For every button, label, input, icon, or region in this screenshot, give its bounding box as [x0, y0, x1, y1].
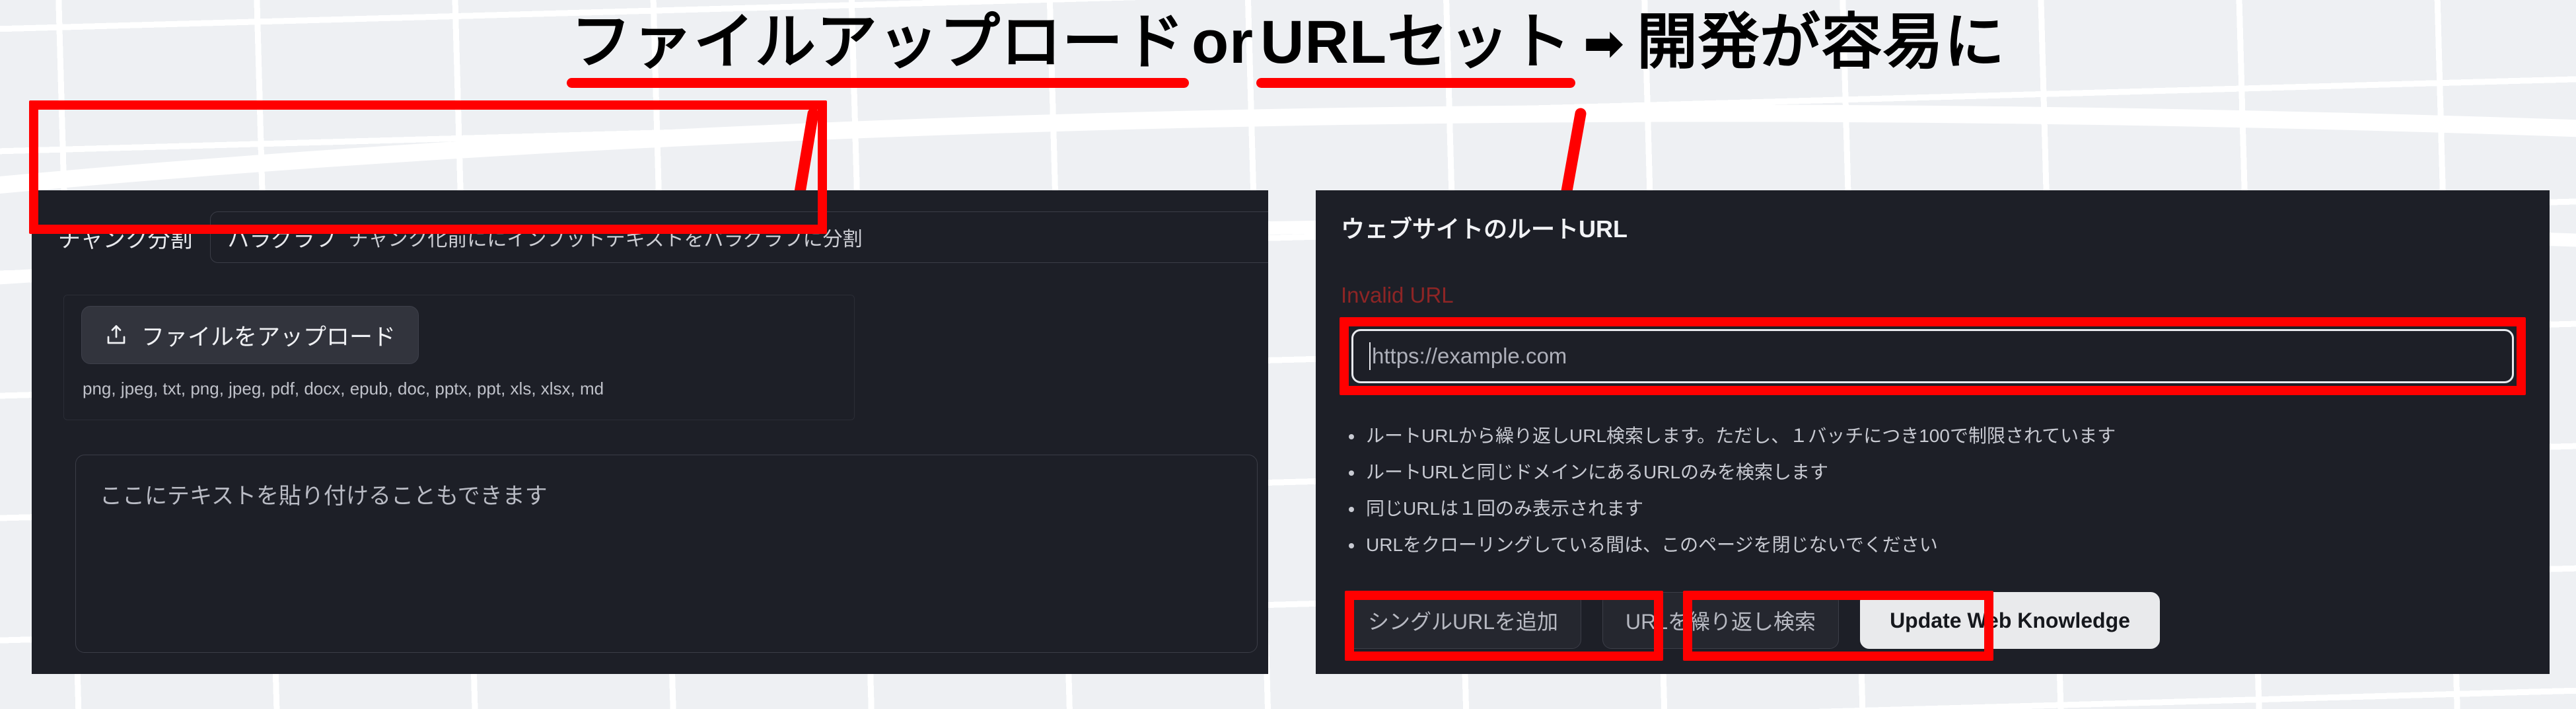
web-knowledge-button-row: シングルURLを追加 URLを繰り返し検索 Update Web Knowled…	[1345, 592, 2160, 649]
headline-or: or	[1191, 9, 1254, 76]
chunk-mode-select[interactable]: パラグラフ チャンク化前ににインプットテキストをパラグラフに分割 ⌃ ⌄	[209, 211, 1268, 263]
upload-file-button[interactable]: ファイルをアップロード	[81, 306, 419, 364]
root-url-input[interactable]: https://example.com	[1351, 329, 2514, 383]
list-item: 同じURLは１回のみ表示されます	[1338, 500, 2527, 518]
headline-part-url: URLセット	[1256, 9, 1576, 89]
update-web-knowledge-button[interactable]: Update Web Knowledge	[1860, 592, 2160, 649]
upload-icon	[104, 322, 128, 348]
list-item: URLをクローリングしている間は、このページを閉じないでください	[1338, 536, 2527, 554]
chunk-mode-description: チャンク化前ににインプットテキストをパラグラフに分割	[348, 229, 863, 250]
paste-text-area[interactable]: ここにテキストを貼り付けることもできます	[75, 455, 1258, 653]
text-caret	[1369, 342, 1371, 370]
add-single-url-button[interactable]: シングルURLを追加	[1345, 592, 1582, 649]
crawl-notes-list: ルートURLから繰り返しURL検索します。ただし、１バッチにつき100で制限され…	[1338, 427, 2527, 572]
url-error-message: Invalid URL	[1341, 283, 1454, 307]
list-item: ルートURLと同じドメインにあるURLのみを検索します	[1338, 463, 2527, 482]
crawl-urls-button[interactable]: URLを繰り返し検索	[1602, 592, 1840, 649]
page-headline: ファイルアップロード or URLセット ➡ 開発が容易に	[0, 9, 2576, 89]
paste-text-placeholder: ここにテキストを貼り付けることもできます	[100, 484, 548, 509]
list-item: ルートURLから繰り返しURL検索します。ただし、１バッチにつき100で制限され…	[1338, 427, 2527, 445]
right-arrow-icon: ➡	[1583, 15, 1626, 72]
root-url-placeholder: https://example.com	[1372, 344, 1567, 368]
headline-part-upload: ファイルアップロード	[566, 9, 1189, 89]
chunk-split-row: チャンク分割 パラグラフ チャンク化前ににインプットテキストをパラグラフに分割 …	[58, 211, 1268, 263]
web-knowledge-panel: ウェブサイトのルートURL Invalid URL ルートURLから繰り返しUR…	[1316, 190, 2550, 674]
file-upload-dropzone[interactable]: ファイルをアップロード png, jpeg, txt, png, jpeg, p…	[63, 295, 855, 420]
root-url-title: ウェブサイトのルートURL	[1341, 215, 1628, 243]
chunk-split-label: チャンク分割	[58, 227, 193, 252]
screenshot-root: ファイルアップロード or URLセット ➡ 開発が容易に チャンク分割 パラグラフ チ…	[0, 0, 2576, 709]
supported-file-types: png, jpeg, txt, png, jpeg, pdf, docx, ep…	[83, 379, 604, 398]
chunking-panel: チャンク分割 パラグラフ チャンク化前ににインプットテキストをパラグラフに分割 …	[32, 190, 1268, 674]
upload-file-button-label: ファイルをアップロード	[141, 324, 396, 350]
headline-part-result: 開発が容易に	[1637, 9, 2006, 76]
chunk-mode-value: パラグラフ	[227, 227, 337, 251]
